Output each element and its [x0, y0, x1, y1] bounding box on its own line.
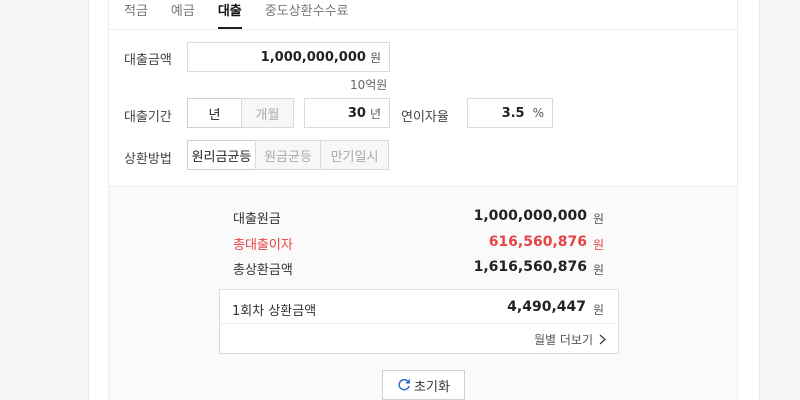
period-month-toggle[interactable]: 개월 — [241, 98, 294, 128]
loan-period-field[interactable]: 30 년 — [304, 98, 390, 128]
monthly-more-link[interactable]: 월별 더보기 — [534, 331, 606, 348]
loan-amount-field[interactable]: 1,000,000,000 원 — [187, 42, 390, 72]
method-bullet[interactable]: 만기일시 — [320, 140, 389, 170]
total-interest-won: 원 — [593, 238, 605, 252]
first-payment-divider — [220, 323, 618, 324]
monthly-more-label: 월별 더보기 — [533, 333, 593, 347]
tab-savings[interactable]: 적금 — [124, 0, 148, 30]
repayment-method-label: 상환방법 — [124, 152, 172, 167]
principal-won: 원 — [593, 212, 605, 226]
total-interest-value: 616,560,876 — [488, 234, 587, 250]
method-equal-principal[interactable]: 원금균등 — [255, 140, 321, 170]
interest-rate-unit: % — [532, 106, 544, 120]
loan-period-label: 대출기간 — [124, 110, 172, 125]
first-payment-won: 원 — [593, 303, 605, 317]
total-interest-label: 총대출이자 — [233, 238, 293, 253]
calculator-tabs: 적금 예금 대출 중도상환수수료 — [124, 0, 372, 30]
interest-rate-field[interactable]: 3.5 % — [467, 98, 553, 128]
reset-button[interactable]: 초기화 — [382, 370, 465, 400]
tab-divider — [108, 29, 738, 30]
principal-value: 1,000,000,000 — [473, 208, 587, 224]
total-repayment-won: 원 — [593, 263, 605, 277]
total-repayment-value: 1,616,560,876 — [473, 259, 587, 275]
first-payment-value: 4,490,447 — [507, 299, 586, 315]
first-payment-box: 1회차 상환금액 4,490,447 원 월별 더보기 — [219, 289, 619, 354]
reset-label: 초기화 — [414, 379, 450, 395]
loan-period-value: 30 — [347, 105, 366, 121]
tab-deposit[interactable]: 예금 — [171, 0, 195, 30]
total-repayment-label: 총상환금액 — [233, 263, 293, 278]
loan-period-unit: 년 — [369, 106, 381, 121]
principal-label: 대출원금 — [233, 212, 281, 227]
refresh-icon — [398, 378, 410, 391]
tab-loan[interactable]: 대출 — [217, 0, 242, 30]
loan-amount-hint: 10억원 — [350, 78, 388, 92]
tab-prepayment-fee[interactable]: 중도상환수수료 — [265, 0, 349, 30]
interest-rate-label: 연이자율 — [401, 110, 449, 125]
loan-amount-label: 대출금액 — [124, 53, 172, 68]
interest-rate-value: 3.5 — [501, 105, 525, 121]
period-year-toggle[interactable]: 년 — [187, 98, 242, 128]
chevron-right-icon — [599, 334, 606, 345]
first-payment-label: 1회차 상환금액 — [232, 304, 317, 319]
method-equal-payment[interactable]: 원리금균등 — [187, 140, 256, 170]
loan-amount-value: 1,000,000,000 — [260, 49, 366, 65]
loan-amount-unit: 원 — [369, 50, 381, 65]
